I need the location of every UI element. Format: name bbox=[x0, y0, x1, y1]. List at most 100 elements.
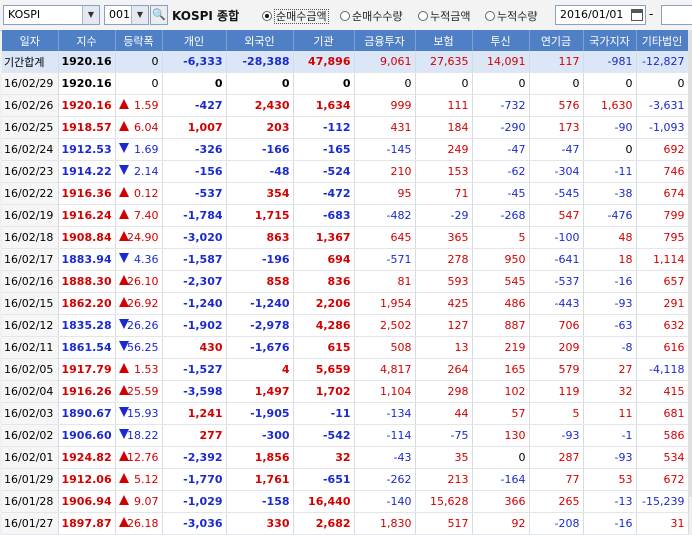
column-header[interactable]: 금융투자 bbox=[354, 30, 416, 51]
search-button[interactable]: 🔍 bbox=[150, 5, 168, 25]
cell-text: 92 bbox=[511, 517, 526, 530]
table-row[interactable]: 16/01/27 1897.87 26.18 -3,036 330 2,682 1,830 5… bbox=[2, 512, 689, 535]
table-row[interactable]: 16/02/26 1920.16 1.59 -427 2,430 1,634 999 111 -… bbox=[2, 94, 689, 117]
table-row[interactable]: 16/02/05 1917.79 1.53 -1,527 4 5,659 4,817 264 1… bbox=[2, 358, 689, 381]
radio-net-quantity[interactable]: 순매수수량 bbox=[340, 8, 403, 24]
table-cell: 579 bbox=[529, 358, 584, 381]
cell-text: 153 bbox=[447, 165, 469, 178]
cell-text: 2,682 bbox=[315, 517, 351, 530]
column-header[interactable]: 연기금 bbox=[529, 30, 584, 51]
chevron-down-icon[interactable]: ▼ bbox=[82, 6, 99, 24]
column-header[interactable]: 투신 bbox=[472, 30, 530, 51]
cell-text: -641 bbox=[554, 253, 580, 266]
table-cell: 681 bbox=[636, 402, 689, 425]
toolbar: KOSPI ▼ 001 ▼ 🔍 KOSPI 종합 순매수금액 순매수수량 누적금… bbox=[0, 0, 692, 31]
table-cell: 1,761 bbox=[226, 468, 294, 491]
column-header[interactable]: 국가지자 bbox=[583, 30, 637, 51]
table-cell: -12,827 bbox=[636, 51, 689, 73]
cell-text: -48 bbox=[269, 165, 290, 178]
cell-text: 593 bbox=[447, 275, 469, 288]
cell-text: 298 bbox=[447, 385, 469, 398]
cell-text: 415 bbox=[663, 385, 685, 398]
table-cell: 999 bbox=[354, 94, 416, 117]
table-row[interactable]: 16/02/24 1912.53 1.69 -326 -166 -165 -145 249 -4… bbox=[2, 138, 689, 161]
table-row[interactable]: 16/02/15 1862.20 26.92 -1,240 -1,240 2,206 1,9… bbox=[2, 292, 689, 315]
table-row[interactable]: 16/02/22 1916.36 0.12 -537 354 -472 95 71 -45 -54… bbox=[2, 182, 689, 205]
cell-text: 0 bbox=[625, 77, 633, 90]
scrollbar[interactable] bbox=[688, 30, 692, 497]
column-header[interactable]: 외국인 bbox=[226, 30, 294, 51]
code-select[interactable]: 001 ▼ bbox=[104, 5, 149, 25]
triangle-up-icon bbox=[118, 187, 129, 197]
table-row[interactable]: 16/02/02 1906.60 18.22 277 -300 -542 -114 -75 13… bbox=[2, 424, 689, 447]
cell-text: 1,715 bbox=[254, 209, 290, 222]
triangle-up-icon bbox=[118, 99, 129, 109]
cell-text: 47,896 bbox=[308, 55, 351, 68]
table-cell: 264 bbox=[415, 358, 473, 381]
table-cell: 16/02/19 bbox=[2, 204, 59, 227]
chevron-down-icon[interactable]: ▼ bbox=[131, 6, 148, 24]
cell-text: 1.53 bbox=[134, 363, 159, 376]
table-row[interactable]: 16/02/29 1920.16 0 0 0 0 0 0 0 0 0 0 bbox=[2, 72, 689, 95]
cell-text: 1918.57 bbox=[61, 121, 112, 134]
calendar-icon[interactable] bbox=[631, 9, 643, 21]
table-row[interactable]: 16/02/11 1861.54 56.25 430 -1,676 615 508 13 219… bbox=[2, 336, 689, 359]
triangle-up-icon bbox=[118, 451, 129, 461]
table-cell: 1924.82 bbox=[58, 446, 116, 469]
table-row[interactable]: 16/02/18 1908.84 24.90 -3,020 863 1,367 645 365… bbox=[2, 226, 689, 249]
radio-cum-quantity[interactable]: 누적수량 bbox=[485, 8, 537, 24]
column-header[interactable]: 기타법인 bbox=[636, 30, 689, 51]
cell-text: -11 bbox=[614, 165, 633, 178]
cell-text: 950 bbox=[504, 253, 526, 266]
table-cell: 31 bbox=[636, 512, 689, 535]
table-cell: -4,118 bbox=[636, 358, 689, 381]
cell-text: 863 bbox=[266, 231, 290, 244]
table-row[interactable]: 16/02/16 1888.30 26.10 -2,307 858 836 81 593 545… bbox=[2, 270, 689, 293]
start-date-input[interactable]: 2016/01/01 bbox=[555, 5, 646, 25]
table-cell: 547 bbox=[529, 204, 584, 227]
cell-text: -47 bbox=[507, 143, 526, 156]
table-cell: 16/02/16 bbox=[2, 270, 59, 293]
table-row[interactable]: 16/02/04 1916.26 25.59 -3,598 1,497 1,702 1,10… bbox=[2, 380, 689, 403]
end-date-input[interactable] bbox=[661, 5, 692, 25]
column-header[interactable]: 기관 bbox=[293, 30, 355, 51]
column-header[interactable]: 보험 bbox=[415, 30, 473, 51]
column-header[interactable]: 지수 bbox=[58, 30, 116, 51]
cell-text: 4,817 bbox=[380, 363, 412, 376]
radio-net-amount[interactable]: 순매수금액 bbox=[262, 8, 329, 24]
table-cell: 265 bbox=[529, 490, 584, 513]
table-row[interactable]: 16/02/25 1918.57 6.04 1,007 203 -112 431 184 -29… bbox=[2, 116, 689, 139]
table-cell: 277 bbox=[162, 424, 227, 447]
table-cell: 1861.54 bbox=[58, 336, 116, 359]
table-row[interactable]: 16/02/19 1916.24 7.40 -1,784 1,715 -683 -482 -2… bbox=[2, 204, 689, 227]
column-header[interactable]: 개인 bbox=[162, 30, 227, 51]
cell-text: 1,702 bbox=[315, 385, 351, 398]
radio-dot[interactable] bbox=[340, 11, 350, 21]
table-cell: -16 bbox=[583, 270, 637, 293]
cell-text: 795 bbox=[663, 231, 685, 244]
cell-text: -290 bbox=[500, 121, 526, 134]
table-cell: 1,830 bbox=[354, 512, 416, 535]
cell-text: 1888.30 bbox=[61, 275, 112, 288]
radio-dot[interactable] bbox=[485, 11, 495, 21]
table-row[interactable]: 16/01/29 1912.06 5.12 -1,770 1,761 -651 -262 21… bbox=[2, 468, 689, 491]
radio-cum-amount[interactable]: 누적금액 bbox=[418, 8, 470, 24]
table-row[interactable]: 16/02/23 1914.22 2.14 -156 -48 -524 210 153 -62 -… bbox=[2, 160, 689, 183]
table-row[interactable]: 16/02/17 1883.94 4.36 -1,587 -196 694 -571 278 9… bbox=[2, 248, 689, 271]
cell-text: 249 bbox=[447, 143, 469, 156]
table-row[interactable]: 16/01/28 1906.94 9.07 -1,029 -158 16,440 -140 1… bbox=[2, 490, 689, 513]
column-header[interactable]: 등락폭 bbox=[115, 30, 163, 51]
table-cell: -472 bbox=[293, 182, 355, 205]
cell-text: 508 bbox=[390, 341, 412, 354]
radio-dot[interactable] bbox=[262, 11, 272, 21]
table-row[interactable]: 16/02/03 1890.67 15.93 1,241 -1,905 -11 -134 44… bbox=[2, 402, 689, 425]
column-header[interactable]: 일자 bbox=[2, 30, 59, 51]
radio-dot[interactable] bbox=[418, 11, 428, 21]
table-cell: -114 bbox=[354, 424, 416, 447]
table-row[interactable]: 16/02/12 1835.28 26.26 -1,902 -2,978 4,286 2,5… bbox=[2, 314, 689, 337]
table-row[interactable]: 16/02/01 1924.82 12.76 -2,392 1,856 32 -43 35 0 2… bbox=[2, 446, 689, 469]
cell-text: 1914.22 bbox=[61, 165, 112, 178]
market-select[interactable]: KOSPI ▼ bbox=[3, 5, 100, 25]
summary-row[interactable]: 기간합계 1920.16 0 -6,333 -28,388 47,896 9,061 27,6… bbox=[2, 51, 689, 73]
table-cell: -1,240 bbox=[162, 292, 227, 315]
